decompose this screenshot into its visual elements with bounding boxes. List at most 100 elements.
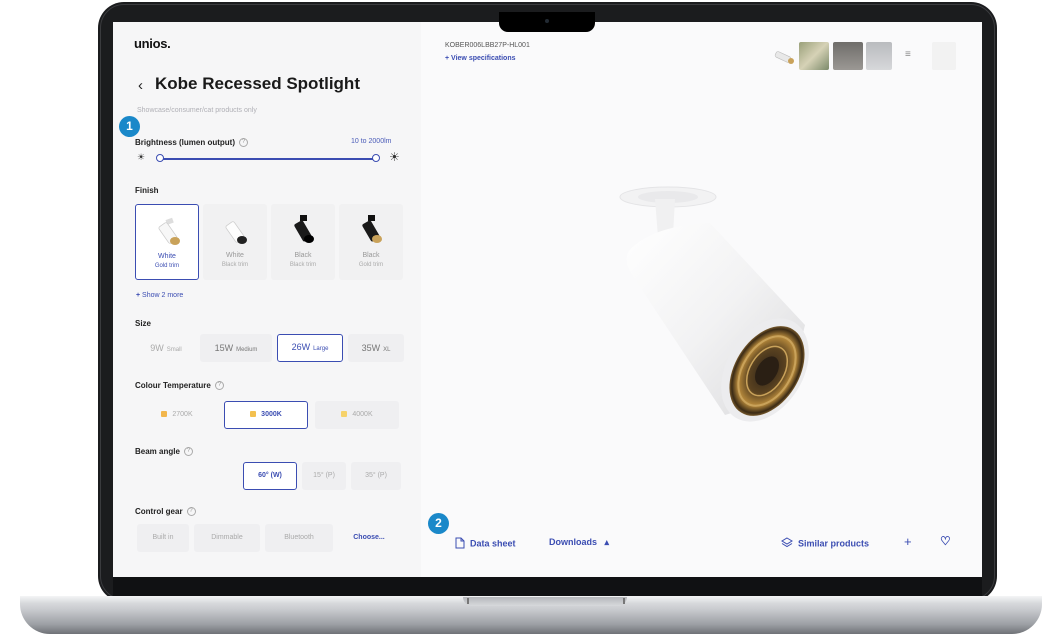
list-view-icon[interactable]: ≡ bbox=[905, 49, 911, 60]
data-sheet-label: Data sheet bbox=[470, 538, 516, 549]
size-value: 26W bbox=[291, 342, 311, 352]
temp-swatch bbox=[250, 411, 257, 418]
size-value: 15W bbox=[214, 343, 234, 353]
finish-label: Finish bbox=[135, 186, 159, 195]
beam-option-disabled bbox=[137, 462, 237, 490]
brightness-label: Brightness (lumen output)? bbox=[135, 138, 248, 148]
finish-trim: Black trim bbox=[221, 262, 249, 268]
finish-option-white-black[interactable]: White Black trim bbox=[203, 204, 267, 280]
favourite-heart-icon[interactable]: ♡ bbox=[940, 534, 951, 548]
beam-option-35p[interactable]: 35° (P) bbox=[351, 462, 401, 490]
document-icon bbox=[455, 537, 465, 551]
brightness-slider-track[interactable] bbox=[160, 158, 376, 160]
brightness-slider-min-handle[interactable] bbox=[156, 154, 164, 162]
size-tag: XL bbox=[383, 347, 391, 353]
finish-name: Black bbox=[362, 252, 380, 259]
temp-swatch bbox=[341, 411, 348, 418]
gallery-thumb-lifestyle-1[interactable] bbox=[799, 42, 829, 70]
colour-temperature-label: Colour Temperature? bbox=[135, 381, 224, 391]
back-chevron-icon[interactable]: ‹ bbox=[138, 77, 143, 94]
spotlight-thumb-icon bbox=[158, 217, 180, 245]
spotlight-thumb-icon bbox=[225, 221, 247, 244]
finish-trim: Gold trim bbox=[154, 263, 180, 269]
finish-name: White bbox=[226, 252, 244, 259]
gear-option-dimmable[interactable]: Dimmable bbox=[194, 524, 260, 552]
size-value: 9W bbox=[150, 343, 164, 353]
add-button[interactable]: + bbox=[904, 534, 912, 549]
beam-angle-label-text: Beam angle bbox=[135, 447, 180, 456]
temp-option-4000k[interactable]: 4000K bbox=[315, 401, 399, 429]
help-icon[interactable]: ? bbox=[186, 507, 196, 517]
brand-logo[interactable]: unios. bbox=[134, 36, 171, 51]
temp-value: 2700K bbox=[172, 411, 193, 418]
beam-option-15p[interactable]: 15° (P) bbox=[302, 462, 346, 490]
gear-option-bluetooth[interactable]: Bluetooth bbox=[265, 524, 333, 552]
help-icon[interactable]: ? bbox=[214, 381, 224, 391]
temp-option-3000k[interactable]: 3000K bbox=[224, 401, 308, 429]
spotlight-mini-icon bbox=[774, 51, 794, 64]
size-tag: Large bbox=[313, 346, 329, 352]
similar-products-label: Similar products bbox=[798, 538, 870, 549]
control-gear-label: Control gear? bbox=[135, 507, 196, 517]
finish-trim: Gold trim bbox=[358, 262, 384, 268]
size-option-9w[interactable]: 9W Small bbox=[137, 334, 195, 362]
temp-swatch bbox=[161, 411, 168, 418]
data-sheet-button[interactable]: Data sheet bbox=[455, 537, 516, 551]
laptop-mockup: unios. ‹ Kobe Recessed Spotlight Showcas… bbox=[0, 0, 1042, 635]
product-render-image bbox=[619, 186, 809, 422]
finish-option-black-black[interactable]: Black Black trim bbox=[271, 204, 335, 280]
control-gear-label-text: Control gear bbox=[135, 507, 183, 516]
size-option-15w[interactable]: 15W Medium bbox=[200, 334, 272, 362]
similar-products-button[interactable]: Similar products bbox=[781, 537, 869, 551]
temp-option-2700k[interactable]: 2700K bbox=[137, 401, 217, 429]
callout-badge-2: 2 bbox=[428, 513, 449, 534]
show-more-link[interactable]: + Show 2 more bbox=[136, 292, 183, 299]
hinge-mark bbox=[623, 598, 625, 604]
gallery-thumb-lifestyle-2[interactable] bbox=[833, 42, 863, 70]
laptop-chin bbox=[113, 577, 982, 597]
show-more-label: Show 2 more bbox=[142, 292, 184, 299]
page-title: Kobe Recessed Spotlight bbox=[155, 74, 360, 93]
beam-angle-label: Beam angle? bbox=[135, 447, 193, 457]
sun-bright-icon: ☀ bbox=[389, 150, 400, 164]
size-option-26w[interactable]: 26W Large bbox=[277, 334, 343, 362]
finish-name: Black bbox=[294, 252, 312, 259]
brightness-range: 10 to 2000lm bbox=[351, 138, 392, 145]
gallery-thumb-diagram[interactable] bbox=[932, 42, 956, 70]
temp-value: 3000K bbox=[261, 411, 282, 418]
finish-trim: Black trim bbox=[289, 262, 317, 268]
spotlight-thumb-icon bbox=[362, 215, 382, 243]
downloads-button[interactable]: Downloads ▴ bbox=[549, 537, 609, 548]
brightness-slider-max-handle[interactable] bbox=[372, 154, 380, 162]
product-sku: KOBER006LBB27P-HL001 bbox=[445, 42, 530, 49]
gallery-thumb-product[interactable] bbox=[769, 44, 797, 70]
view-specs-label: View specifications bbox=[451, 55, 516, 62]
help-icon[interactable]: ? bbox=[183, 447, 193, 457]
layers-icon bbox=[781, 537, 793, 551]
spotlight-thumb-icon bbox=[294, 215, 314, 243]
size-value: 35W bbox=[361, 343, 381, 353]
gear-choose-link[interactable]: Choose... bbox=[338, 524, 400, 552]
sun-dim-icon: ☀ bbox=[137, 152, 146, 162]
finish-option-black-gold[interactable]: Black Gold trim bbox=[339, 204, 403, 280]
size-tag: Small bbox=[166, 347, 182, 353]
gear-option-built-in[interactable]: Built in bbox=[137, 524, 189, 552]
colour-temperature-label-text: Colour Temperature bbox=[135, 381, 211, 390]
size-option-35w[interactable]: 35W XL bbox=[348, 334, 404, 362]
camera-lens bbox=[545, 19, 549, 23]
callout-badge-1: 1 bbox=[119, 116, 140, 137]
temp-value: 4000K bbox=[352, 411, 373, 418]
size-tag: Medium bbox=[236, 347, 258, 353]
finish-option-white-gold[interactable]: White Gold trim bbox=[135, 204, 199, 280]
finish-name: White bbox=[158, 253, 176, 260]
size-label: Size bbox=[135, 319, 152, 328]
product-subtitle: Showcase/consumer/cat products only bbox=[137, 107, 257, 114]
help-icon[interactable]: ? bbox=[239, 138, 248, 148]
view-specifications-link[interactable]: + View specifications bbox=[445, 55, 516, 62]
gallery-thumb-dimension[interactable] bbox=[866, 42, 892, 70]
configurator-panel bbox=[113, 22, 421, 577]
beam-option-60w[interactable]: 60° (W) bbox=[243, 462, 297, 490]
chevron-up-icon: ▴ bbox=[604, 537, 610, 547]
laptop-opening-notch bbox=[463, 597, 627, 606]
downloads-label: Downloads bbox=[549, 537, 598, 547]
